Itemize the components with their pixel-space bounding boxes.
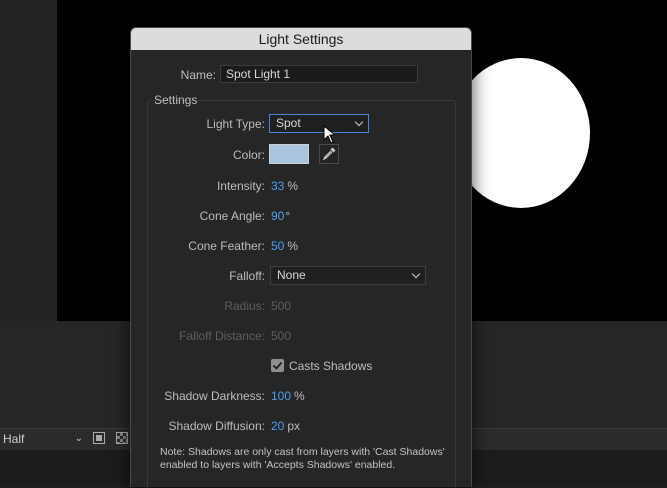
color-label: Color: <box>232 148 265 162</box>
falloff-distance-value: 500 <box>271 329 292 343</box>
shadow-diffusion-field[interactable]: 20 px <box>271 419 300 433</box>
falloff-select[interactable]: None <box>270 266 426 285</box>
chevron-down-icon <box>354 117 364 127</box>
intensity-label: Intensity: <box>216 179 265 193</box>
shadow-diffusion-label: Shadow Diffusion: <box>168 419 265 433</box>
name-input[interactable]: Spot Light 1 <box>220 65 418 83</box>
shadow-darkness-unit: % <box>294 389 305 403</box>
casts-shadows-label[interactable]: Casts Shadows <box>289 359 372 373</box>
transparency-grid-icon[interactable] <box>116 432 128 444</box>
light-spot-shape <box>452 58 590 208</box>
shadow-darkness-field[interactable]: 100% <box>271 389 305 403</box>
falloff-value: None <box>277 268 306 282</box>
region-of-interest-icon[interactable] <box>93 432 105 444</box>
light-type-value: Spot <box>276 116 301 130</box>
cone-angle-label: Cone Angle: <box>199 209 265 223</box>
cone-feather-unit: % <box>287 239 299 253</box>
color-swatch[interactable] <box>269 144 309 164</box>
shadow-diffusion-unit: px <box>287 419 301 433</box>
dialog-title[interactable]: Light Settings <box>131 28 471 50</box>
shadow-diffusion-value[interactable]: 20 <box>271 419 284 433</box>
checkmark-icon <box>272 361 283 370</box>
chevron-down-icon <box>411 269 421 279</box>
cone-angle-field[interactable]: 90° <box>271 209 290 223</box>
cone-angle-unit: ° <box>285 209 291 223</box>
falloff-label: Falloff: <box>229 269 265 283</box>
radius-value: 500 <box>271 299 292 313</box>
resolution-select[interactable]: Half ⌄ <box>3 431 85 447</box>
eyedropper-icon <box>322 147 336 161</box>
mouse-cursor-icon <box>323 125 337 144</box>
name-label: Name: <box>180 68 216 82</box>
shadows-note: Note: Shadows are only cast from layers … <box>160 446 445 471</box>
intensity-unit: % <box>287 179 299 193</box>
settings-group-label: Settings <box>154 93 198 107</box>
falloff-distance-label: Falloff Distance: <box>179 329 265 343</box>
chevron-down-icon: ⌄ <box>74 433 83 444</box>
intensity-field[interactable]: 33% <box>271 179 298 193</box>
cone-feather-label: Cone Feather: <box>188 239 265 253</box>
light-settings-dialog: Light Settings Name: Spot Light 1 Settin… <box>130 27 472 488</box>
intensity-value[interactable]: 33 <box>271 179 284 193</box>
light-type-select[interactable]: Spot <box>269 114 369 133</box>
radius-label: Radius: <box>224 299 265 313</box>
shadow-darkness-label: Shadow Darkness: <box>164 389 265 403</box>
cone-feather-value[interactable]: 50 <box>271 239 284 253</box>
shadow-darkness-value[interactable]: 100 <box>271 389 291 403</box>
cone-feather-field[interactable]: 50% <box>271 239 298 253</box>
cone-angle-value[interactable]: 90 <box>271 209 284 223</box>
eyedropper-button[interactable] <box>319 144 339 164</box>
resolution-value: Half <box>3 432 25 446</box>
casts-shadows-checkbox[interactable] <box>271 359 284 372</box>
light-type-label: Light Type: <box>206 117 266 131</box>
